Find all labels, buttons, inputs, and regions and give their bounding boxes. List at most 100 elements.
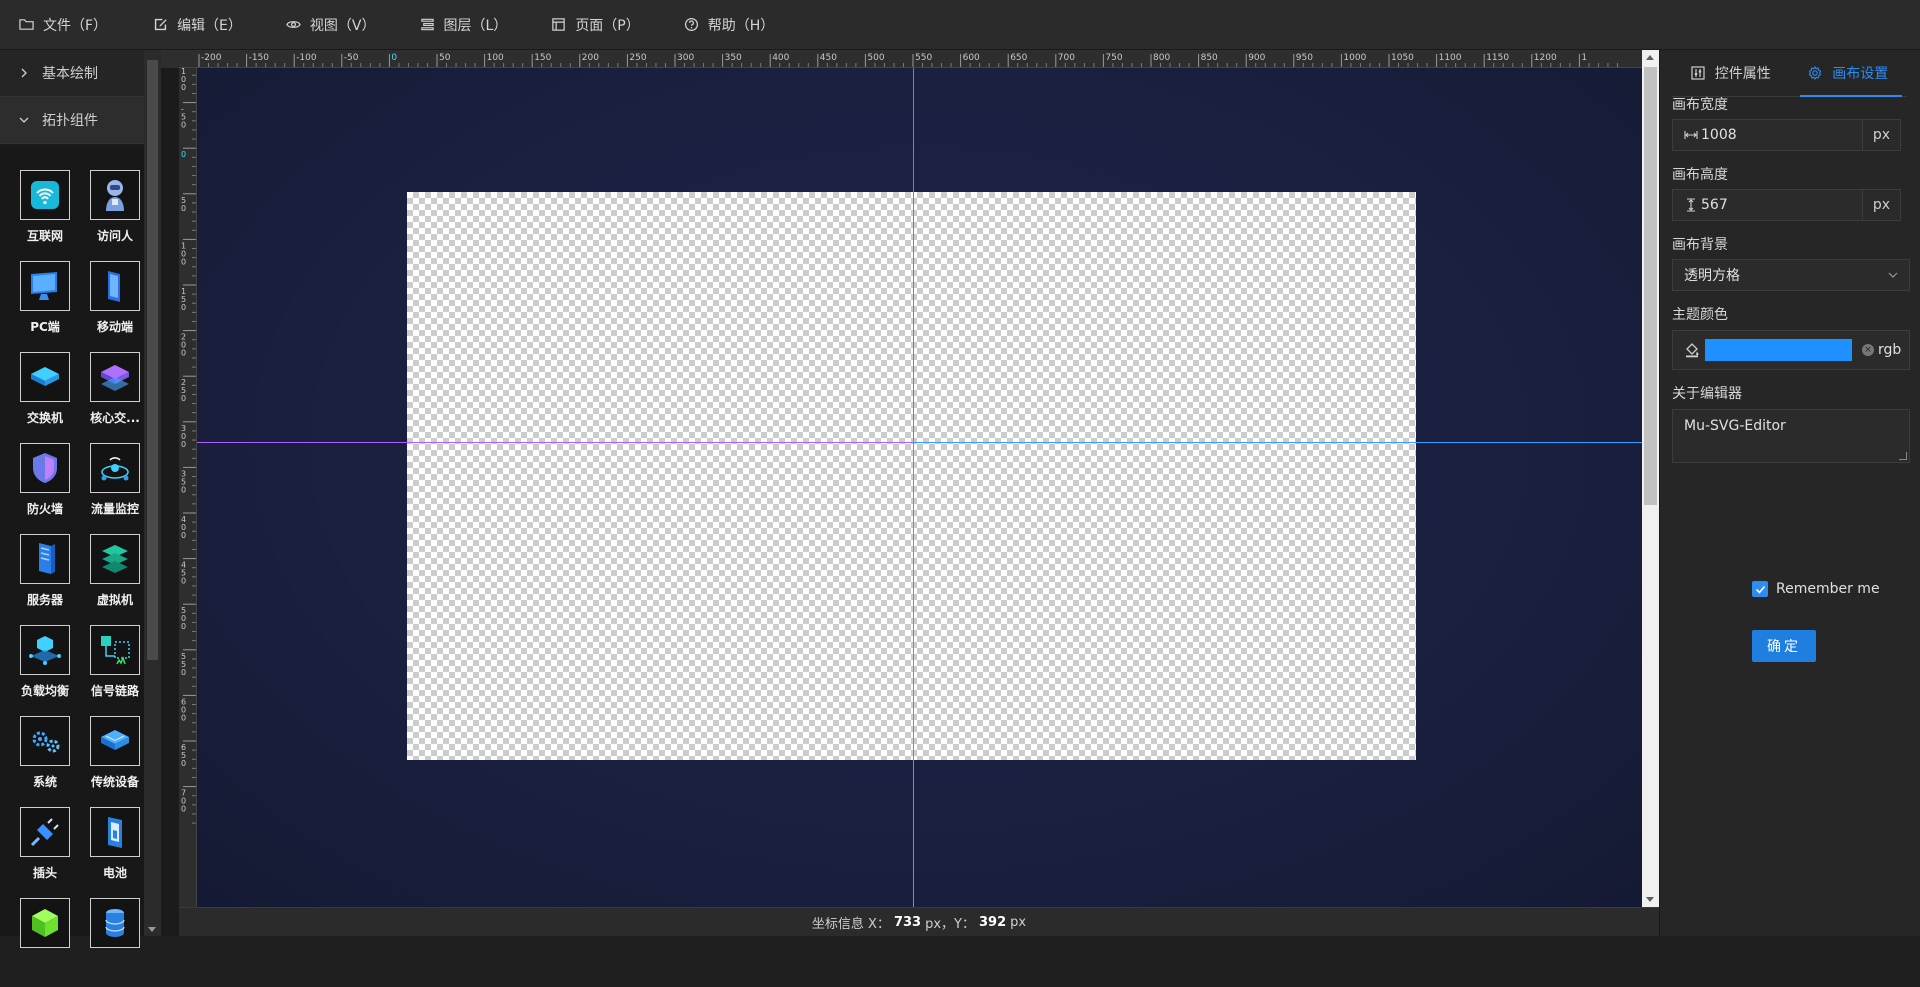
sidebar-scrollbar[interactable] xyxy=(144,50,161,936)
component-server[interactable]: 服务器 xyxy=(10,534,80,623)
ruler-left-label: 0 xyxy=(181,349,186,358)
theme-color-picker[interactable]: × rgb xyxy=(1672,330,1910,370)
menu-label: 编辑（E） xyxy=(177,17,242,34)
component-cube[interactable] xyxy=(10,898,80,987)
component-label: 插头 xyxy=(32,866,57,880)
ruler-top-label: -100 xyxy=(296,53,317,63)
ruler-left-label: 0 xyxy=(181,622,186,631)
menu-label: 页面（P） xyxy=(575,17,640,34)
load-balancer-icon xyxy=(20,625,70,675)
component-internet[interactable]: 互联网 xyxy=(10,170,80,259)
ruler-top-label: -150 xyxy=(249,53,270,63)
menu-page[interactable]: 页面（P） xyxy=(551,15,640,35)
remember-me-checkbox[interactable]: Remember me xyxy=(1752,581,1880,597)
sidebar-scroll-thumb[interactable] xyxy=(147,60,158,660)
ruler-left-label: 0 xyxy=(181,668,186,677)
paint-bucket-icon xyxy=(1686,343,1699,358)
clear-color-icon[interactable]: × xyxy=(1862,344,1874,356)
component-legacy-device[interactable]: 传统设备 xyxy=(80,716,150,805)
canvas-scrollbar[interactable] xyxy=(1642,50,1659,907)
ruler-top-label: 500 xyxy=(867,53,884,63)
component-label: 信号链路 xyxy=(90,684,139,698)
component-pc[interactable]: PC端 xyxy=(10,261,80,350)
component-database[interactable] xyxy=(80,898,150,987)
page-icon xyxy=(552,18,566,31)
canvas-height-value[interactable]: 567 xyxy=(1701,197,1728,213)
ruler-left-label: 0 xyxy=(181,759,186,768)
about-editor-value[interactable]: Mu-SVG-Editor xyxy=(1684,418,1786,434)
ruler-top-label: 150 xyxy=(534,53,551,63)
theme-color-swatch[interactable] xyxy=(1705,339,1852,361)
component-plug[interactable]: 插头 xyxy=(10,807,80,896)
properties-panel: 控件属性 画布设置 画布宽度 1008 px 画布高度 567 px 画布背景 … xyxy=(1659,50,1920,936)
menu-label: 帮助（H） xyxy=(707,17,775,34)
ruler-left-label: 0 xyxy=(181,713,186,722)
legacy-device-icon xyxy=(90,716,140,766)
menu-label: 视图（V） xyxy=(309,17,376,34)
component-label: 互联网 xyxy=(26,229,63,243)
component-signal-link[interactable]: 信号链路 xyxy=(80,625,150,714)
component-load-balancer[interactable]: 负载均衡 xyxy=(10,625,80,714)
ruler-left: -100-50050100150200250300350400450500550… xyxy=(179,68,197,907)
ruler-left-label: 0 xyxy=(181,485,186,494)
menu-edit[interactable]: 编辑（E） xyxy=(153,15,242,35)
status-y-value: 392 xyxy=(978,914,1007,930)
drawing-board[interactable] xyxy=(407,192,1416,760)
component-virtual-machine[interactable]: 虚拟机 xyxy=(80,534,150,623)
component-mobile[interactable]: 移动端 xyxy=(80,261,150,350)
eye-icon xyxy=(286,21,301,28)
folder-icon xyxy=(19,19,34,30)
chevron-down-icon xyxy=(19,117,29,123)
section-label: 基本绘制 xyxy=(42,66,98,82)
menu-help[interactable]: 帮助（H） xyxy=(684,15,775,35)
component-core-switch[interactable]: 核心交... xyxy=(80,352,150,441)
shield-icon xyxy=(20,443,70,493)
tab-control-properties[interactable]: 控件属性 xyxy=(1672,50,1790,96)
menu-view[interactable]: 视图（V） xyxy=(286,15,376,35)
component-traffic-monitor[interactable]: 流量监控 xyxy=(80,443,150,532)
component-switch[interactable]: 交换机 xyxy=(10,352,80,441)
theme-color-label: 主题颜色 xyxy=(1672,307,1728,323)
ruler-top-label: 650 xyxy=(1010,53,1027,63)
ruler-top-label: -50 xyxy=(344,53,359,63)
canvas-width-field[interactable]: 1008 px xyxy=(1672,119,1901,151)
canvas-scroll-thumb[interactable] xyxy=(1644,67,1657,505)
chevron-right-icon xyxy=(21,68,27,78)
menu-file[interactable]: 文件（F） xyxy=(19,15,107,35)
confirm-button[interactable]: 确定 xyxy=(1752,630,1816,662)
ruler-top-label: 1050 xyxy=(1391,53,1414,63)
component-visitor[interactable]: 访问人 xyxy=(80,170,150,259)
canvas-width-label: 画布宽度 xyxy=(1672,97,1728,113)
canvas-height-field[interactable]: 567 px xyxy=(1672,189,1901,221)
canvas-background-select[interactable]: 透明方格 xyxy=(1672,259,1910,291)
sliders-icon xyxy=(1691,66,1705,80)
ruler-top-label: 1000 xyxy=(1343,53,1366,63)
scroll-up-icon[interactable] xyxy=(1646,55,1654,60)
component-battery[interactable]: 电池 xyxy=(80,807,150,896)
about-editor-textarea[interactable]: Mu-SVG-Editor xyxy=(1672,409,1910,463)
ruler-top-label: 950 xyxy=(1296,53,1313,63)
component-firewall[interactable]: 防火墙 xyxy=(10,443,80,532)
checkbox-checked-icon[interactable] xyxy=(1752,581,1768,597)
server-icon xyxy=(20,534,70,584)
component-label: 负载均衡 xyxy=(20,684,69,698)
ruler-corner xyxy=(161,50,179,68)
plug-icon xyxy=(20,807,70,857)
ruler-left-label: 0 xyxy=(181,805,186,814)
ruler-top-label: 400 xyxy=(772,53,789,63)
ruler-top-label: 250 xyxy=(629,53,646,63)
color-mode[interactable]: rgb xyxy=(1878,342,1901,358)
database-icon xyxy=(90,898,140,948)
scroll-down-icon[interactable] xyxy=(1646,897,1654,902)
component-label: PC端 xyxy=(30,320,60,334)
canvas-workspace[interactable] xyxy=(197,68,1642,907)
component-system[interactable]: 系统 xyxy=(10,716,80,805)
scroll-down-icon[interactable] xyxy=(148,927,156,932)
menu-layer[interactable]: 图层（L） xyxy=(420,15,507,35)
ruler-top-label: 100 xyxy=(487,53,504,63)
canvas-width-value[interactable]: 1008 xyxy=(1701,127,1737,143)
section-basic-drawing[interactable]: 基本绘制 xyxy=(0,50,160,97)
tab-canvas-settings[interactable]: 画布设置 xyxy=(1790,50,1908,97)
section-topology-components[interactable]: 拓扑组件 xyxy=(0,97,160,144)
resize-grip-icon[interactable] xyxy=(1899,452,1907,460)
